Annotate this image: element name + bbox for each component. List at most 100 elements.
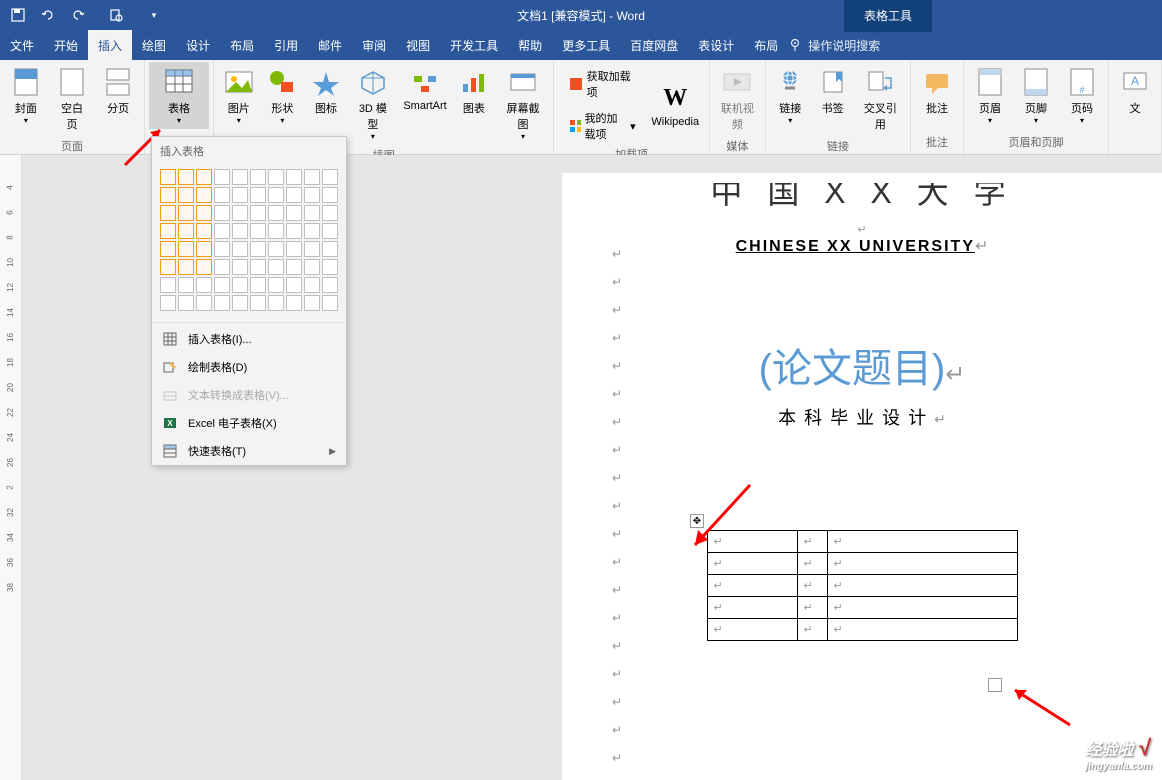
link-button[interactable]: 链接▾ (770, 62, 810, 129)
menu-more-tools[interactable]: 更多工具 (552, 29, 620, 62)
menu-baidu[interactable]: 百度网盘 (620, 29, 688, 62)
grid-cell[interactable] (196, 295, 212, 311)
grid-cell[interactable] (178, 295, 194, 311)
table-move-handle[interactable]: ✥ (690, 514, 704, 528)
grid-cell[interactable] (268, 241, 284, 257)
grid-cell[interactable] (286, 223, 302, 239)
grid-cell[interactable] (304, 223, 320, 239)
grid-cell[interactable] (196, 259, 212, 275)
grid-cell[interactable] (160, 169, 176, 185)
tell-me-search[interactable]: 操作说明搜索 (788, 37, 880, 54)
my-addins-button[interactable]: 我的加载项 ▾ (562, 108, 641, 144)
grid-cell[interactable] (160, 295, 176, 311)
grid-cell[interactable] (232, 277, 248, 293)
grid-cell[interactable] (268, 277, 284, 293)
footer-button[interactable]: 页脚▾ (1014, 62, 1058, 129)
table-resize-handle[interactable] (988, 678, 1002, 692)
menu-draw[interactable]: 绘图 (132, 29, 176, 62)
pictures-button[interactable]: 图片▾ (218, 62, 260, 129)
grid-cell[interactable] (250, 169, 266, 185)
grid-cell[interactable] (232, 187, 248, 203)
grid-cell[interactable] (286, 205, 302, 221)
insert-table-item[interactable]: 插入表格(I)... (152, 325, 346, 353)
crossref-button[interactable]: 交叉引用 (855, 62, 906, 136)
grid-cell[interactable] (160, 259, 176, 275)
get-addins-button[interactable]: 获取加载项 (562, 66, 641, 102)
textbox-button[interactable]: A 文 (1113, 62, 1157, 120)
grid-cell[interactable] (286, 241, 302, 257)
quick-tables-item[interactable]: 快速表格(T) ▶ (152, 437, 346, 465)
grid-cell[interactable] (268, 205, 284, 221)
grid-cell[interactable] (178, 277, 194, 293)
grid-cell[interactable] (214, 205, 230, 221)
table-grid-selector[interactable] (152, 165, 346, 320)
print-preview-icon[interactable] (108, 7, 124, 23)
grid-cell[interactable] (232, 223, 248, 239)
chart-button[interactable]: 图表 (453, 62, 495, 120)
grid-cell[interactable] (286, 169, 302, 185)
grid-cell[interactable] (250, 187, 266, 203)
info-table[interactable]: ↵↵↵ ↵↵↵ ↵↵↵ ↵↵↵ ↵↵↵ (707, 530, 1018, 641)
grid-cell[interactable] (214, 241, 230, 257)
icons-button[interactable]: 图标 (305, 62, 347, 120)
grid-cell[interactable] (322, 259, 338, 275)
grid-cell[interactable] (322, 205, 338, 221)
grid-cell[interactable] (214, 187, 230, 203)
grid-cell[interactable] (322, 169, 338, 185)
undo-icon[interactable] (40, 7, 56, 23)
bookmark-button[interactable]: 书签 (812, 62, 852, 120)
grid-cell[interactable] (160, 277, 176, 293)
grid-cell[interactable] (196, 223, 212, 239)
grid-cell[interactable] (214, 223, 230, 239)
grid-cell[interactable] (178, 169, 194, 185)
grid-cell[interactable] (196, 277, 212, 293)
grid-cell[interactable] (250, 223, 266, 239)
grid-cell[interactable] (196, 205, 212, 221)
grid-cell[interactable] (214, 259, 230, 275)
grid-cell[interactable] (160, 223, 176, 239)
grid-cell[interactable] (304, 205, 320, 221)
save-icon[interactable] (10, 7, 26, 23)
menu-home[interactable]: 开始 (44, 29, 88, 62)
menu-view[interactable]: 视图 (396, 29, 440, 62)
wikipedia-button[interactable]: W Wikipedia (650, 78, 701, 132)
comment-button[interactable]: 批注 (915, 62, 959, 120)
draw-table-item[interactable]: 绘制表格(D) (152, 353, 346, 381)
grid-cell[interactable] (304, 169, 320, 185)
3d-models-button[interactable]: 3D 模型▾ (349, 62, 397, 145)
online-video-button[interactable]: 联机视频 (714, 62, 761, 136)
grid-cell[interactable] (286, 277, 302, 293)
grid-cell[interactable] (232, 241, 248, 257)
menu-layout[interactable]: 布局 (220, 29, 264, 62)
grid-cell[interactable] (322, 295, 338, 311)
smartart-button[interactable]: SmartArt (399, 62, 451, 116)
grid-cell[interactable] (304, 277, 320, 293)
excel-spreadsheet-item[interactable]: X Excel 电子表格(X) (152, 409, 346, 437)
grid-cell[interactable] (304, 259, 320, 275)
cover-page-button[interactable]: 封面▾ (4, 62, 48, 129)
grid-cell[interactable] (322, 187, 338, 203)
menu-help[interactable]: 帮助 (508, 29, 552, 62)
grid-cell[interactable] (286, 295, 302, 311)
grid-cell[interactable] (304, 241, 320, 257)
grid-cell[interactable] (268, 259, 284, 275)
grid-cell[interactable] (232, 295, 248, 311)
grid-cell[interactable] (268, 169, 284, 185)
menu-table-layout[interactable]: 布局 (744, 29, 788, 62)
menu-developer[interactable]: 开发工具 (440, 29, 508, 62)
menu-design[interactable]: 设计 (176, 29, 220, 62)
grid-cell[interactable] (250, 241, 266, 257)
page-number-button[interactable]: # 页码▾ (1060, 62, 1104, 129)
grid-cell[interactable] (178, 205, 194, 221)
grid-cell[interactable] (268, 295, 284, 311)
header-button[interactable]: 页眉▾ (968, 62, 1012, 129)
grid-cell[interactable] (322, 277, 338, 293)
grid-cell[interactable] (160, 241, 176, 257)
grid-cell[interactable] (160, 205, 176, 221)
grid-cell[interactable] (268, 223, 284, 239)
menu-references[interactable]: 引用 (264, 29, 308, 62)
redo-icon[interactable] (70, 7, 86, 23)
screenshot-button[interactable]: 屏幕截图▾ (497, 62, 550, 145)
grid-cell[interactable] (232, 169, 248, 185)
grid-cell[interactable] (286, 187, 302, 203)
